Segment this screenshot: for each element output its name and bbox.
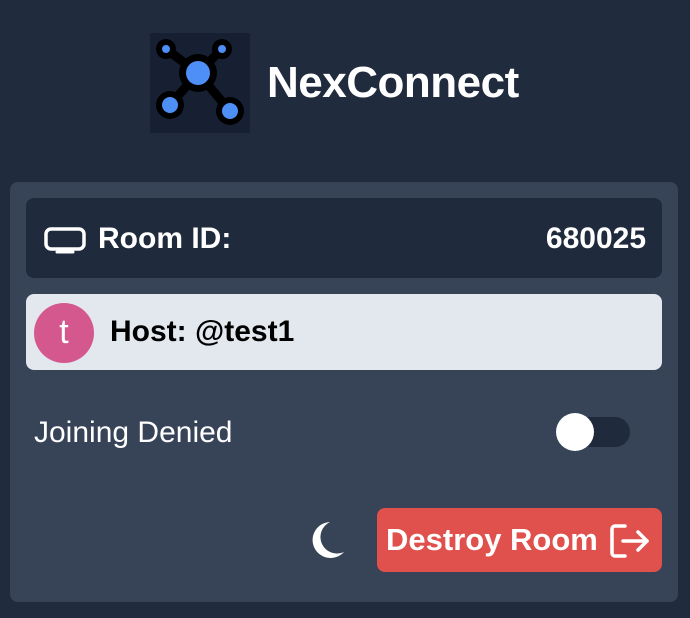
app-page: NexConnect Room ID: 680025 t Host: @test… xyxy=(0,0,690,618)
toggle-knob[interactable] xyxy=(556,413,594,451)
room-panel: Room ID: 680025 t Host: @test1 Joining D… xyxy=(10,182,678,602)
moon-icon[interactable] xyxy=(306,520,346,560)
joining-toggle[interactable] xyxy=(556,413,630,451)
host-box: t Host: @test1 xyxy=(26,294,662,370)
app-logo xyxy=(150,33,250,133)
host-label: Host: @test1 xyxy=(110,315,295,348)
destroy-room-button[interactable]: Destroy Room xyxy=(377,508,662,572)
logout-icon xyxy=(610,524,649,558)
app-title: NexConnect xyxy=(267,58,519,107)
room-id-label: Room ID: xyxy=(98,222,232,255)
avatar: t xyxy=(34,303,94,363)
header: NexConnect xyxy=(0,0,690,165)
tv-icon xyxy=(44,227,86,254)
destroy-room-label: Destroy Room xyxy=(386,522,598,557)
network-nodes-logo-icon xyxy=(156,39,244,125)
room-id-box: Room ID: 680025 xyxy=(26,198,662,278)
room-id-value: 680025 xyxy=(545,222,646,255)
joining-denied-label: Joining Denied xyxy=(34,416,233,449)
